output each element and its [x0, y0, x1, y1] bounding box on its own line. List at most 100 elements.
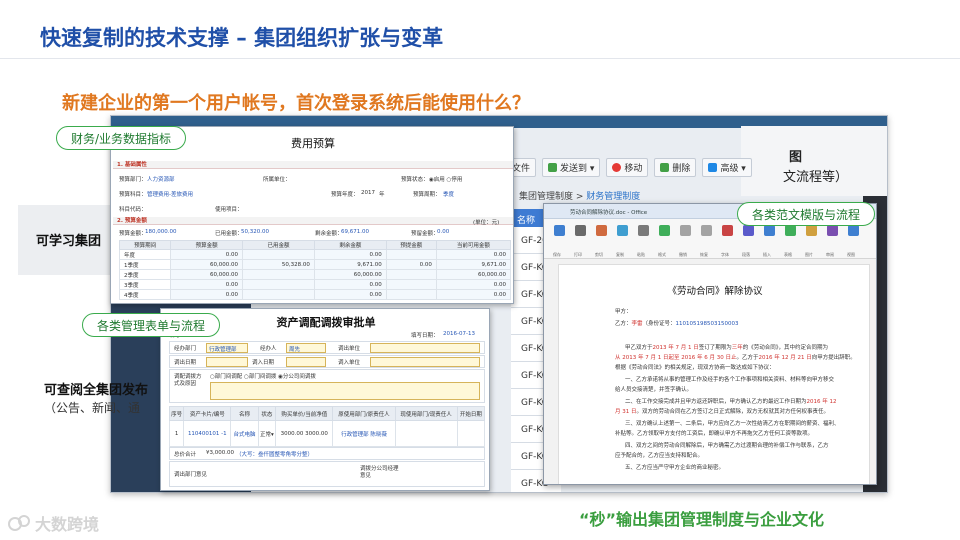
callout-templates-text: 各类范文模版与流程	[752, 207, 861, 222]
asset-grid-header: 状态	[257, 406, 277, 421]
budget-subject-label: 预算科目：	[119, 192, 147, 198]
budget-grid-cell-budget[interactable]: 0.00	[170, 279, 244, 290]
asset-in-unit-label: 调入单位	[338, 360, 361, 366]
doc-tool-icon[interactable]	[722, 225, 733, 236]
toolbar-advanced-button[interactable]: 高级 ▾	[702, 157, 752, 177]
breadcrumb: 集团管理制度 > 财务管理制度	[519, 189, 640, 202]
budget-grid-cell-budget[interactable]: 0.00	[170, 249, 244, 260]
asset-items-table: 序号 资产卡片/编号 名称 状态 购买单价/当前净值 原使用部门/原责任人 现使用部门/现责…	[168, 406, 486, 447]
budget-grid-cell-budget[interactable]: 60,000.00	[170, 269, 244, 280]
asset-item-current[interactable]	[394, 420, 458, 447]
budget-grid-row: 3季度 0.00 0.00 0.00	[118, 279, 512, 290]
budget-grid-cell-available[interactable]: 9,671.00	[435, 259, 512, 270]
doc-tool-icon[interactable]	[575, 225, 586, 236]
budget-year-value[interactable]: 2017	[361, 190, 375, 196]
budget-used-value: 50,320.00	[241, 229, 269, 235]
asset-out-unit-field[interactable]	[370, 343, 480, 353]
budget-grid-cell-remain[interactable]: 0.00	[313, 289, 387, 300]
asset-grid-header: 原使用部门/原责任人	[332, 406, 396, 421]
breadcrumb-prefix: 集团管理制度 >	[519, 192, 584, 202]
asset-in-date-field[interactable]	[286, 357, 326, 367]
asset-item-seq: 1	[168, 420, 185, 447]
doc-party-b-prefix: 乙方：	[615, 321, 632, 327]
toolbar-delete-button[interactable]: 删除	[654, 157, 697, 177]
callout-forms-text: 各类管理表单与流程	[97, 318, 206, 333]
budget-grid-header: 已用金额	[242, 240, 315, 250]
budget-subject-value[interactable]: 管理费用-差旅费用	[147, 190, 193, 198]
budget-grid-cell-remain[interactable]: 0.00	[313, 249, 387, 260]
doc-tool-label: 表格	[784, 252, 792, 257]
budget-grid-cell-available[interactable]: 0.00	[435, 249, 512, 260]
budget-grid-cell-used[interactable]	[242, 279, 315, 290]
budget-grid-cell-used[interactable]: 50,328.00	[242, 259, 315, 270]
toolbar-move-label: 移动	[624, 163, 643, 174]
budget-grid-cell-available[interactable]: 0.00	[435, 279, 512, 290]
asset-item-card[interactable]: 110400101 -1	[183, 420, 232, 447]
toolbar-send-button[interactable]: 发送到 ▾	[542, 157, 601, 177]
budget-grid-cell-used[interactable]	[242, 289, 315, 300]
asset-item-start[interactable]	[456, 420, 486, 447]
toolbar-move-button[interactable]: 移动	[606, 157, 649, 177]
doc-tool-label: 格式	[658, 252, 666, 257]
doc-page: 《劳动合同》解除协议 甲方： 乙方：李雷（身份证号：11010519850315…	[558, 264, 870, 484]
asset-reason-field[interactable]	[210, 382, 480, 400]
budget-grid-cell-accrued[interactable]	[385, 279, 437, 290]
doc-tool-icon[interactable]	[680, 225, 691, 236]
doc-tool-icon[interactable]	[701, 225, 712, 236]
doc-tool-icon[interactable]	[617, 225, 628, 236]
asset-item-name[interactable]: 台式电脑	[230, 420, 259, 447]
asset-grid-header: 购买单价/当前净值	[275, 406, 334, 421]
budget-grid-cell-available[interactable]: 60,000.00	[435, 269, 512, 280]
budget-grid-cell-remain[interactable]: 9,671.00	[313, 259, 387, 270]
asset-grid-header: 现使用部门/现责任人	[394, 406, 458, 421]
asset-in-unit-field[interactable]	[370, 357, 480, 367]
asset-out-date-field[interactable]	[206, 357, 248, 367]
asset-out-unit-label: 调出单位	[338, 346, 361, 352]
budget-grid-cell-remain[interactable]: 60,000.00	[313, 269, 387, 280]
doc-tool-icon[interactable]	[659, 225, 670, 236]
asset-handler-dept-value: 行政管理部	[209, 347, 237, 353]
doc-tool-icon[interactable]	[806, 225, 817, 236]
budget-status-radio[interactable]: ◉启用 ○停用	[429, 175, 462, 183]
doc-para4b: 补贴等。乙方领取甲方支付的工资后，即确认甲方不再拖欠乙方任何工资等款项。	[615, 431, 814, 437]
asset-item-status[interactable]: 正常▾	[257, 420, 277, 447]
budget-grid-cell-used[interactable]	[242, 269, 315, 280]
doc-tool-icon[interactable]	[554, 225, 565, 236]
budget-dept-value[interactable]: 人力资源部	[147, 175, 175, 183]
doc-p1-term: 三年	[731, 345, 743, 351]
budget-grid-cell-budget[interactable]: 60,000.00	[170, 259, 244, 270]
asset-date-value[interactable]: 2016-07-13	[443, 331, 475, 337]
doc-tool-icon[interactable]	[785, 225, 796, 236]
budget-grid-cell-used[interactable]	[242, 249, 315, 260]
question-heading: 新建企业的第一个用户帐号，首次登录系统后能使用什么？	[62, 93, 530, 114]
asset-handler-dept-field[interactable]: 行政管理部	[206, 343, 248, 353]
doc-tool-label: 粘贴	[637, 252, 645, 257]
asset-method-radio[interactable]: ○部门间调配 ○部门间调拨 ◉分公司间调拨	[210, 372, 316, 380]
budget-grid-cell-accrued[interactable]: 0.00	[385, 259, 437, 270]
doc-party-b-name: 李雷	[631, 321, 643, 327]
budget-unit-label: 所属单位：	[263, 177, 291, 183]
budget-section-amount: 2. 预算金额	[113, 217, 513, 225]
budget-grid-cell-period: 3季度	[118, 279, 172, 290]
doc-tool-icon[interactable]	[848, 225, 859, 236]
asset-date-label: 填写日期：	[411, 333, 439, 339]
asset-grid-header: 序号	[168, 406, 185, 421]
budget-grid-cell-available[interactable]: 0.00	[435, 289, 512, 300]
doc-tool-icon[interactable]	[638, 225, 649, 236]
budget-grid-cell-budget[interactable]: 0.00	[170, 289, 244, 300]
asset-handler-field[interactable]: 周先	[286, 343, 326, 353]
budget-grid-cell-accrued[interactable]	[385, 289, 437, 300]
budget-grid-cell-accrued[interactable]	[385, 269, 437, 280]
doc-tool-label: 审阅	[826, 252, 834, 257]
doc-tool-icon[interactable]	[743, 225, 754, 236]
breadcrumb-link[interactable]: 财务管理制度	[586, 192, 640, 202]
doc-tool-icon[interactable]	[596, 225, 607, 236]
budget-period-value[interactable]: 季度	[443, 190, 454, 198]
asset-method-label: 调配调拨方式及原因	[174, 374, 202, 387]
budget-grid-cell-accrued[interactable]	[385, 249, 437, 260]
budget-grid-cell-remain[interactable]: 0.00	[313, 279, 387, 290]
doc-tool-icon[interactable]	[827, 225, 838, 236]
doc-tool-icon[interactable]	[764, 225, 775, 236]
budget-dept-label: 预算部门：	[119, 177, 147, 183]
budget-period-table: 预算期间 预算金额 已用金额 剩余金额 预提金额 当前可用金额 年度 0.00 0.00 0.0…	[118, 240, 512, 300]
